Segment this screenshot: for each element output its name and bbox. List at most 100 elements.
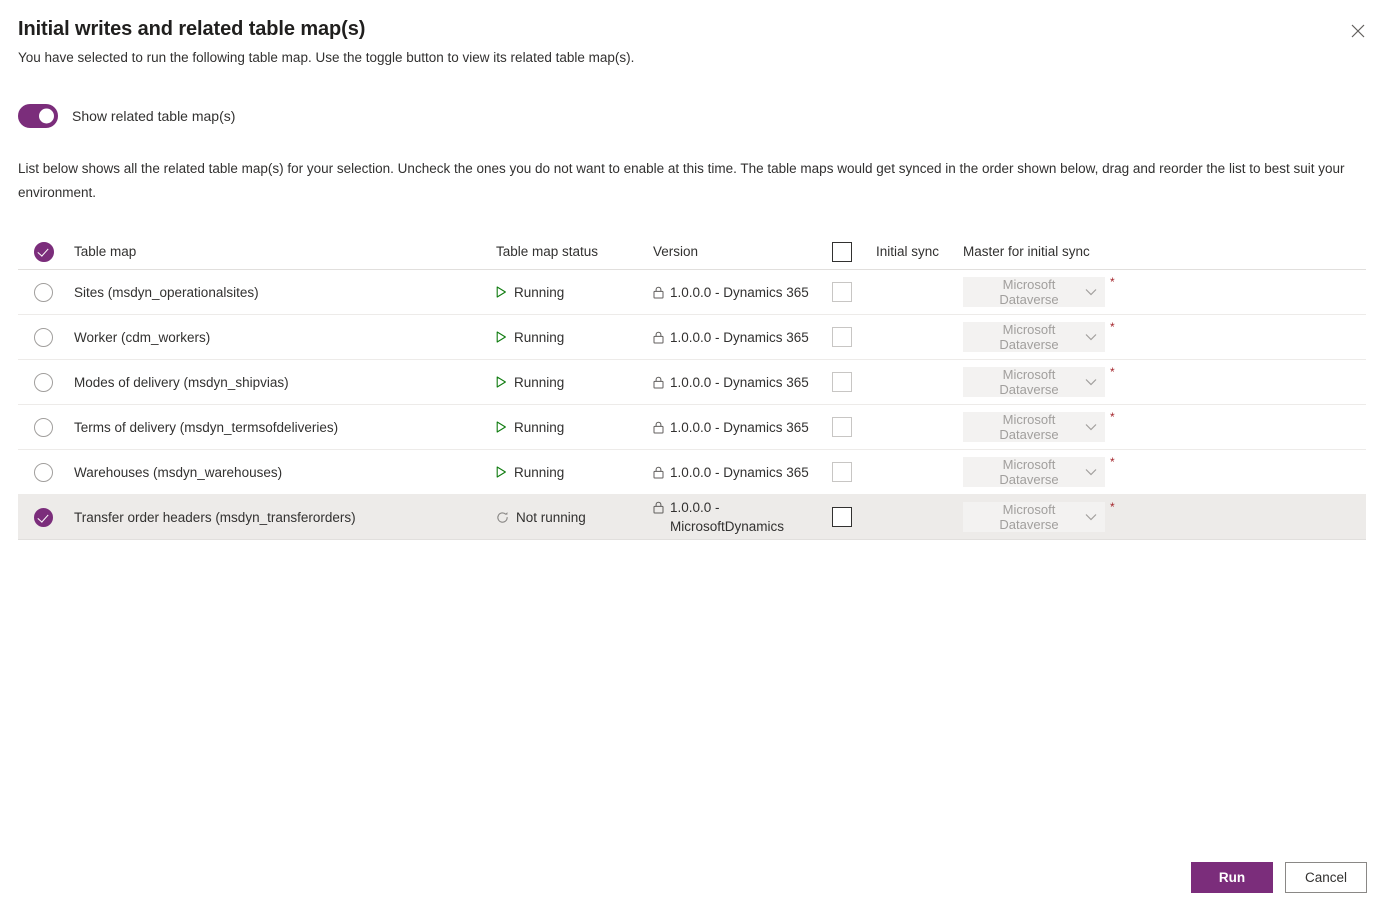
column-header-version: Version bbox=[653, 244, 699, 259]
required-asterisk: * bbox=[1110, 275, 1115, 289]
play-icon bbox=[496, 421, 507, 433]
row-status-cell: Running bbox=[496, 375, 653, 390]
required-asterisk: * bbox=[1110, 455, 1115, 469]
play-icon bbox=[496, 331, 507, 343]
row-master-cell: Microsoft Dataverse * bbox=[963, 365, 1366, 397]
row-table-map-name: Warehouses (msdyn_warehouses) bbox=[74, 464, 283, 480]
row-version-cell: 1.0.0.0 - Dynamics 365 bbox=[653, 373, 832, 392]
row-select-checkbox[interactable] bbox=[34, 417, 53, 437]
header-select-all-cell bbox=[18, 241, 74, 262]
lock-icon bbox=[653, 283, 664, 299]
row-select-cell bbox=[18, 507, 74, 527]
show-related-table-maps-toggle[interactable] bbox=[18, 104, 58, 128]
master-for-initial-sync-dropdown[interactable]: Microsoft Dataverse bbox=[963, 367, 1105, 397]
master-for-initial-sync-dropdown[interactable]: Microsoft Dataverse bbox=[963, 277, 1105, 307]
master-for-initial-sync-dropdown[interactable]: Microsoft Dataverse bbox=[963, 412, 1105, 442]
row-version-cell: 1.0.0.0 - Dynamics 365 bbox=[653, 463, 832, 482]
row-status-cell: Running bbox=[496, 330, 653, 345]
close-button[interactable] bbox=[1341, 14, 1375, 48]
table-row[interactable]: Modes of delivery (msdyn_shipvias) Runnin… bbox=[18, 360, 1366, 405]
master-dropdown-value: Microsoft Dataverse bbox=[999, 457, 1059, 487]
row-initial-sync-cell bbox=[832, 507, 963, 527]
row-status-text: Running bbox=[514, 419, 565, 435]
row-initial-sync-cell bbox=[832, 462, 963, 482]
initial-sync-checkbox[interactable] bbox=[832, 372, 852, 392]
lock-icon bbox=[653, 373, 664, 389]
row-status-cell: Running bbox=[496, 465, 653, 480]
master-dropdown-value: Microsoft Dataverse bbox=[999, 277, 1059, 307]
master-dropdown-value: Microsoft Dataverse bbox=[999, 412, 1059, 442]
initial-sync-checkbox[interactable] bbox=[832, 282, 852, 302]
initial-sync-select-all-checkbox[interactable] bbox=[832, 241, 852, 262]
row-master-cell: Microsoft Dataverse * bbox=[963, 455, 1366, 487]
table-row[interactable]: Sites (msdyn_operationalsites) Running 1.0… bbox=[18, 270, 1366, 315]
table-body: Sites (msdyn_operationalsites) Running 1.0… bbox=[18, 270, 1366, 540]
initial-sync-checkbox[interactable] bbox=[832, 327, 852, 347]
chevron-down-icon bbox=[1085, 378, 1097, 386]
row-status-text: Running bbox=[514, 374, 565, 390]
row-select-checkbox[interactable] bbox=[34, 282, 53, 302]
required-asterisk: * bbox=[1110, 320, 1115, 334]
select-all-checkbox[interactable] bbox=[34, 241, 54, 262]
dialog-footer: Run Cancel bbox=[1191, 862, 1367, 893]
chevron-down-icon bbox=[1085, 513, 1097, 521]
lock-icon bbox=[653, 418, 664, 434]
chevron-down-icon bbox=[1085, 468, 1097, 476]
play-icon bbox=[496, 376, 507, 388]
lock-icon bbox=[653, 328, 664, 344]
row-status-text: Running bbox=[514, 284, 565, 300]
required-asterisk: * bbox=[1110, 500, 1115, 514]
row-version-text: 1.0.0.0 - Dynamics 365 bbox=[670, 284, 809, 300]
row-status-cell: Not running bbox=[496, 510, 653, 525]
row-select-checkbox[interactable] bbox=[34, 327, 53, 347]
required-asterisk: * bbox=[1110, 410, 1115, 424]
row-initial-sync-cell bbox=[832, 372, 963, 392]
master-dropdown-value: Microsoft Dataverse bbox=[999, 367, 1059, 397]
cancel-button[interactable]: Cancel bbox=[1285, 862, 1367, 893]
master-for-initial-sync-dropdown[interactable]: Microsoft Dataverse bbox=[963, 322, 1105, 352]
row-version-cell: 1.0.0.0 - Dynamics 365 bbox=[653, 418, 832, 437]
row-select-checkbox[interactable] bbox=[34, 372, 53, 392]
row-master-cell: Microsoft Dataverse * bbox=[963, 275, 1366, 307]
master-dropdown-value: Microsoft Dataverse bbox=[999, 502, 1059, 532]
row-status-text: Running bbox=[514, 464, 565, 480]
table-row[interactable]: Warehouses (msdyn_warehouses) Running 1.0.… bbox=[18, 450, 1366, 495]
row-master-cell: Microsoft Dataverse * bbox=[963, 320, 1366, 352]
row-table-map-name: Transfer order headers (msdyn_transferor… bbox=[74, 509, 356, 525]
row-select-checkbox[interactable] bbox=[34, 462, 53, 482]
row-table-map-name: Terms of delivery (msdyn_termsofdeliveri… bbox=[74, 419, 339, 435]
table-row[interactable]: Transfer order headers (msdyn_transferor… bbox=[18, 495, 1366, 540]
page-subtitle: You have selected to run the following t… bbox=[18, 50, 635, 65]
column-header-table-map: Table map bbox=[74, 244, 137, 259]
master-for-initial-sync-dropdown[interactable]: Microsoft Dataverse bbox=[963, 502, 1105, 532]
row-select-cell bbox=[18, 417, 74, 437]
required-asterisk: * bbox=[1110, 365, 1115, 379]
row-select-cell bbox=[18, 462, 74, 482]
table-row[interactable]: Worker (cdm_workers) Running 1.0.0.0 - Dyn… bbox=[18, 315, 1366, 360]
table-header-row: Table map Table map status Version Initi… bbox=[18, 234, 1366, 270]
row-table-map-name: Worker (cdm_workers) bbox=[74, 329, 211, 345]
close-icon bbox=[1351, 24, 1365, 38]
run-button[interactable]: Run bbox=[1191, 862, 1273, 893]
column-header-initial-sync-cell: Initial sync bbox=[832, 241, 963, 262]
column-header-initial-sync: Initial sync bbox=[876, 244, 940, 259]
not-running-icon bbox=[496, 511, 509, 524]
initial-sync-checkbox[interactable] bbox=[832, 417, 852, 437]
table-row[interactable]: Terms of delivery (msdyn_termsofdeliveri… bbox=[18, 405, 1366, 450]
toggle-knob bbox=[39, 108, 54, 124]
initial-sync-checkbox[interactable] bbox=[832, 462, 852, 482]
master-for-initial-sync-dropdown[interactable]: Microsoft Dataverse bbox=[963, 457, 1105, 487]
chevron-down-icon bbox=[1085, 423, 1097, 431]
row-master-cell: Microsoft Dataverse * bbox=[963, 410, 1366, 442]
initial-sync-checkbox[interactable] bbox=[832, 507, 852, 527]
row-master-cell: Microsoft Dataverse * bbox=[963, 500, 1366, 532]
row-version-text: 1.0.0.0 - Dynamics 365 bbox=[670, 374, 809, 390]
column-header-master: Master for initial sync bbox=[963, 244, 1090, 259]
lock-icon bbox=[653, 463, 664, 479]
row-version-text: 1.0.0.0 - Dynamics 365 bbox=[670, 329, 809, 345]
row-select-checkbox[interactable] bbox=[34, 507, 53, 527]
row-version-cell: 1.0.0.0 - Dynamics 365 bbox=[653, 328, 832, 347]
row-version-cell: 1.0.0.0 - MicrosoftDynamics bbox=[653, 498, 832, 536]
master-dropdown-value: Microsoft Dataverse bbox=[999, 322, 1059, 352]
toggle-label: Show related table map(s) bbox=[72, 108, 236, 124]
